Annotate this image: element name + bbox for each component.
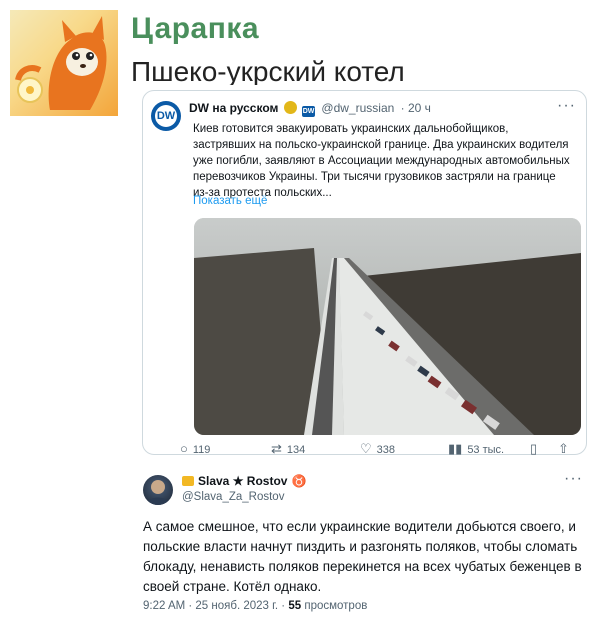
- more-options-icon[interactable]: ···: [557, 97, 576, 115]
- show-more-link[interactable]: Показать ещё: [193, 195, 267, 207]
- like-button[interactable]: ♡ 338: [360, 441, 395, 457]
- share-icon: ⇧: [558, 441, 569, 456]
- reply-views-count: 55: [288, 600, 302, 612]
- views-button[interactable]: ▮▮ 53 тыс.: [448, 441, 504, 457]
- reply-views-label: просмотров: [304, 600, 368, 612]
- reply-author-name[interactable]: Slava ★ Rostov ♉: [182, 474, 306, 488]
- share-button[interactable]: ⇧: [558, 441, 574, 457]
- folder-emoji-icon: [182, 476, 194, 486]
- dw-avatar[interactable]: DW: [151, 101, 181, 131]
- views-icon: ▮▮: [448, 441, 463, 456]
- reply-timestamp[interactable]: 9:22 AM · 25 нояб. 2023 г. ·: [143, 600, 285, 612]
- post-title: Пшеко-укрский котел: [131, 56, 405, 87]
- quoted-author-handle[interactable]: @dw_russian: [321, 101, 394, 115]
- quoted-tweet-card[interactable]: DW DW на русском DW @dw_russian · 20 ч ·…: [142, 90, 587, 455]
- affiliation-badge-icon: DW: [302, 106, 316, 117]
- quoted-tweet-time[interactable]: · 20 ч: [401, 101, 431, 115]
- retweet-button[interactable]: ⇄ 134: [271, 441, 305, 457]
- bookmark-button[interactable]: ▯: [530, 441, 542, 457]
- site-title[interactable]: Царапка: [131, 12, 259, 46]
- verified-badge-icon: [283, 101, 297, 114]
- reply-author-handle[interactable]: @Slava_Za_Rostov: [182, 491, 284, 503]
- bookmark-icon: ▯: [530, 441, 538, 456]
- bull-emoji-icon: ♉: [291, 474, 307, 488]
- reply-button[interactable]: ○ 119: [180, 441, 210, 456]
- quoted-author-name[interactable]: DW на русском: [189, 101, 278, 115]
- heart-icon: ♡: [360, 441, 372, 456]
- reply-icon: ○: [180, 441, 188, 456]
- quoted-tweet-text: Киев готовится эвакуировать украинских д…: [193, 123, 570, 199]
- tweet-photo[interactable]: [194, 218, 581, 435]
- reply-more-options-icon[interactable]: ···: [564, 470, 583, 488]
- retweet-icon: ⇄: [271, 441, 282, 456]
- quoted-tweet-header: DW на русском DW @dw_russian · 20 ч: [189, 101, 431, 117]
- blog-avatar-image: [10, 10, 118, 116]
- tweet-actions: ○ 119 ⇄ 134 ♡ 338 ▮▮ 53 тыс. ▯ ⇧: [180, 441, 570, 457]
- reply-author-avatar[interactable]: [143, 475, 173, 505]
- reply-text: А самое смешное, что если украинские вод…: [143, 519, 582, 594]
- tweet-embed: DW DW на русском DW @dw_russian · 20 ч ·…: [130, 85, 595, 636]
- reply-meta: 9:22 AM · 25 нояб. 2023 г. · 55 просмотр…: [143, 600, 367, 612]
